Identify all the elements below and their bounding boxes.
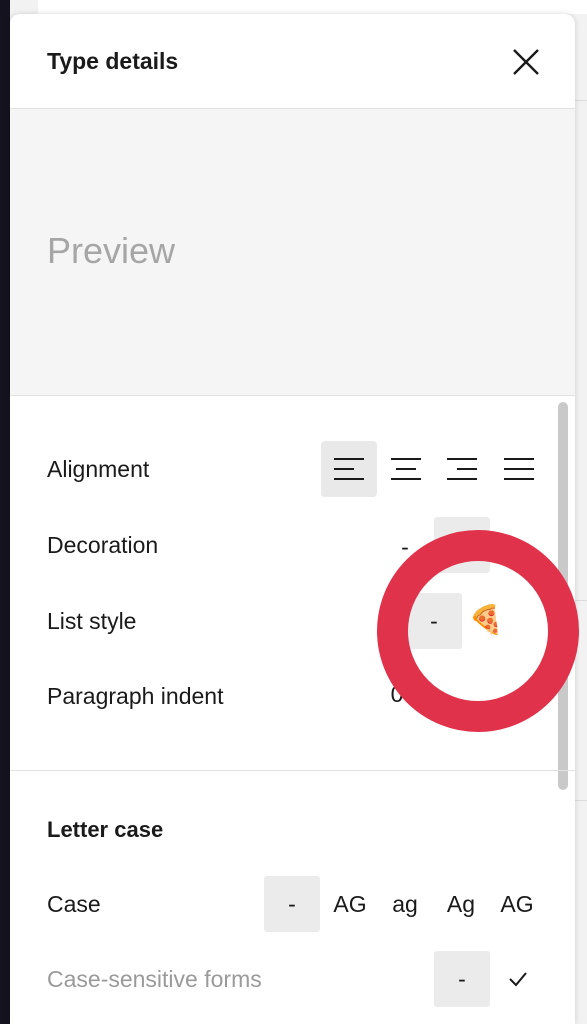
case-upper-button[interactable]: AG <box>323 876 377 932</box>
align-center-icon[interactable] <box>378 441 434 497</box>
alignment-label: Alignment <box>47 456 150 482</box>
letter-case-title: Letter case <box>47 817 164 842</box>
align-right-icon[interactable] <box>434 441 490 497</box>
case-lower-button[interactable]: ag <box>378 876 432 932</box>
align-left-icon[interactable] <box>321 441 377 497</box>
decoration-label: Decoration <box>47 532 159 558</box>
background-line <box>575 800 587 801</box>
case-none-button[interactable]: - <box>264 876 320 932</box>
case-small-caps-button[interactable]: AG <box>490 876 544 932</box>
scrollbar[interactable] <box>558 402 568 790</box>
panel-title: Type details <box>47 48 179 74</box>
pizza-emoji-icon[interactable]: 🍕 <box>466 599 506 639</box>
panel-header: Type details <box>10 14 575 109</box>
preview-text: Preview <box>47 230 176 271</box>
decoration-none-button[interactable]: - <box>390 532 420 562</box>
background-strip <box>0 0 10 1024</box>
section-divider <box>10 770 575 771</box>
checkmark-icon[interactable] <box>500 961 536 997</box>
close-icon[interactable] <box>507 43 545 81</box>
decoration-underline-button[interactable] <box>434 517 490 573</box>
case-sensitive-none-button[interactable]: - <box>434 951 490 1007</box>
background-line <box>575 100 587 101</box>
background-line <box>575 600 587 601</box>
background-window-top <box>38 0 587 14</box>
align-justify-icon[interactable] <box>491 441 547 497</box>
case-sensitive-forms-label: Case-sensitive forms <box>47 966 262 992</box>
paragraph-indent-value[interactable]: 0 <box>382 679 412 709</box>
case-title-button[interactable]: Ag <box>434 876 488 932</box>
preview-area: Preview <box>10 109 575 396</box>
list-style-none-button[interactable]: - <box>406 593 462 649</box>
case-label: Case <box>47 891 101 917</box>
list-style-label: List style <box>47 608 137 634</box>
paragraph-indent-label: Paragraph indent <box>47 683 224 709</box>
type-details-panel: Type details Preview Alignment Decoratio… <box>10 14 575 1024</box>
